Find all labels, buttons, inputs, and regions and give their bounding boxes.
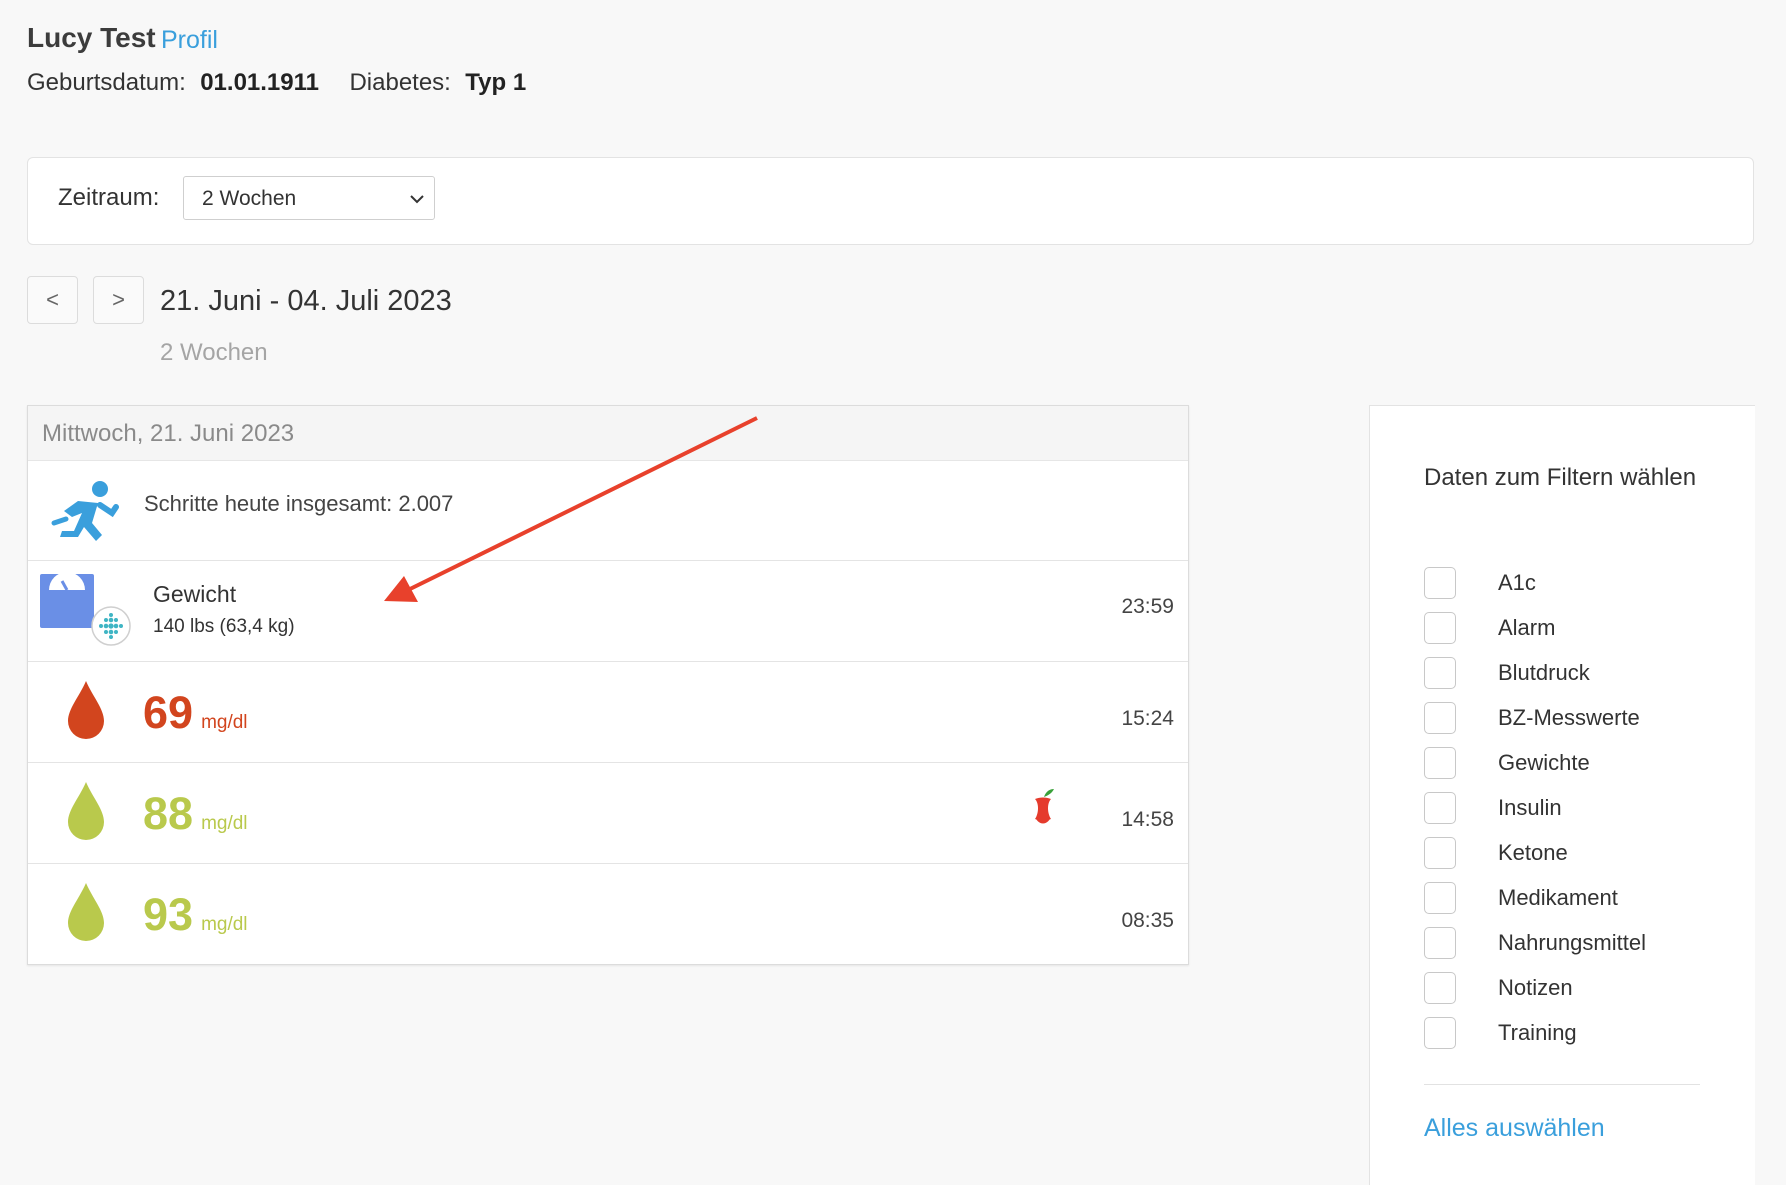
filter-label: Medikament: [1498, 885, 1618, 910]
checkbox[interactable]: [1424, 882, 1456, 914]
filter-label: Alarm: [1498, 615, 1556, 640]
checkbox[interactable]: [1424, 747, 1456, 779]
glucose-unit: mg/dl: [201, 914, 248, 935]
day-header: Mittwoch, 21. Juni 2023: [28, 406, 1188, 461]
period-panel: Zeitraum: 2 Wochen: [27, 157, 1754, 245]
blood-drop-icon: [68, 782, 104, 840]
weight-entry[interactable]: Gewicht 140 lbs (63,4 kg) 23:59: [28, 561, 1188, 662]
filter-label: Blutdruck: [1498, 660, 1590, 685]
checkbox[interactable]: [1424, 657, 1456, 689]
checkbox[interactable]: [1424, 702, 1456, 734]
day-card: Mittwoch, 21. Juni 2023 Schritte heute i…: [27, 405, 1189, 965]
filter-label: Training: [1498, 1020, 1577, 1045]
patient-name: Lucy Test: [27, 22, 156, 53]
glucose-unit: mg/dl: [201, 813, 248, 834]
filter-label: A1c: [1498, 570, 1536, 595]
apple-icon: [1035, 789, 1054, 824]
next-period-button[interactable]: >: [93, 276, 144, 324]
period-label: Zeitraum:: [58, 184, 160, 211]
filter-label: Ketone: [1498, 840, 1568, 865]
day-header-text: Mittwoch, 21. Juni 2023: [42, 420, 295, 447]
glucose-number: 88: [143, 788, 194, 839]
checkbox[interactable]: [1424, 1017, 1456, 1049]
filter-divider: [1424, 1084, 1700, 1085]
period-select-value: 2 Wochen: [202, 187, 297, 210]
prev-period-button[interactable]: <: [27, 276, 78, 324]
glucose-time: 15:24: [1121, 707, 1174, 730]
weight-title: Gewicht: [153, 581, 237, 607]
glucose-number: 69: [143, 687, 194, 738]
patient-meta: Geburtsdatum: 01.01.1911 Diabetes: Typ 1: [27, 69, 526, 97]
glucose-entry-low[interactable]: 69 mg/dl 15:24: [28, 662, 1188, 763]
blood-drop-icon: [68, 681, 104, 739]
blood-drop-icon: [68, 883, 104, 941]
glucose-time: 14:58: [1121, 808, 1174, 831]
checkbox[interactable]: [1424, 612, 1456, 644]
glucose-time: 08:35: [1121, 909, 1174, 932]
filter-label: Nahrungsmittel: [1498, 930, 1646, 955]
period-select[interactable]: 2 Wochen: [183, 176, 435, 220]
weight-time: 23:59: [1121, 595, 1174, 618]
chevron-down-icon: [410, 195, 424, 204]
filter-label: BZ-Messwerte: [1498, 705, 1640, 730]
filter-title: Daten zum Filtern wählen: [1424, 464, 1697, 491]
checkbox[interactable]: [1424, 567, 1456, 599]
running-person-icon: [51, 481, 119, 541]
date-range-title: 21. Juni - 04. Juli 2023: [160, 285, 452, 317]
filter-label: Insulin: [1498, 795, 1562, 820]
checkbox[interactable]: [1424, 792, 1456, 824]
birth-label: Geburtsdatum:: [27, 69, 186, 96]
checkbox[interactable]: [1424, 837, 1456, 869]
filter-panel: Daten zum Filtern wählen A1c Alarm Blutd…: [1369, 405, 1755, 1185]
glucose-entry-normal[interactable]: 93 mg/dl 08:35: [28, 864, 1188, 965]
glucose-entry-meal[interactable]: 88 mg/dl 14:58: [28, 763, 1188, 864]
glucose-value: 88 mg/dl: [143, 788, 248, 840]
select-all-link[interactable]: Alles auswählen: [1424, 1114, 1605, 1143]
filter-label: Notizen: [1498, 975, 1573, 1000]
glucose-number: 93: [143, 889, 194, 940]
glucose-unit: mg/dl: [201, 712, 248, 733]
birth-value: 01.01.1911: [200, 69, 319, 96]
scale-icon: [40, 574, 94, 628]
date-range-subtitle: 2 Wochen: [160, 339, 268, 366]
checkbox[interactable]: [1424, 972, 1456, 1004]
diabetes-label: Diabetes:: [349, 69, 451, 96]
checkbox[interactable]: [1424, 927, 1456, 959]
steps-entry[interactable]: Schritte heute insgesamt: 2.007: [28, 461, 1188, 561]
glucose-value: 93 mg/dl: [143, 889, 248, 941]
fitbit-icon: [91, 606, 131, 646]
glucose-value: 69 mg/dl: [143, 687, 248, 739]
filter-label: Gewichte: [1498, 750, 1590, 775]
steps-text: Schritte heute insgesamt: 2.007: [144, 491, 454, 516]
diabetes-value: Typ 1: [465, 69, 527, 96]
profile-link[interactable]: Profil: [161, 26, 218, 55]
weight-value: 140 lbs (63,4 kg): [153, 616, 295, 637]
